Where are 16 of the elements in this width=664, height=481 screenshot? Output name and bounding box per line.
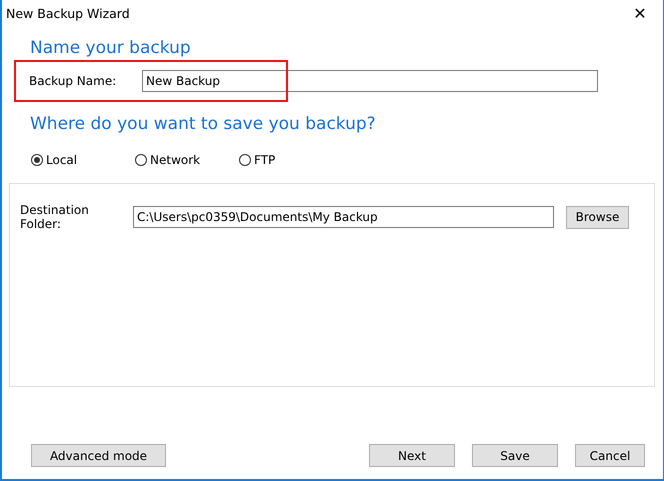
dialog-button[interactable]: Save (472, 444, 558, 467)
window-title: New Backup Wizard (6, 6, 130, 20)
radio-option[interactable]: FTP (239, 153, 343, 167)
field-label: Backup Name: (29, 74, 118, 88)
radio-option[interactable]: Local (31, 153, 135, 167)
dialog-button[interactable]: Cancel (575, 444, 645, 467)
section-heading: Where do you want to save you backup? (30, 114, 377, 134)
destination-folder-field[interactable]: C:\Users\pc0359\Documents\My Backup (133, 206, 554, 228)
section-heading: Name your backup (30, 38, 192, 58)
field-label: Destination Folder: (20, 203, 90, 231)
advanced-mode-button[interactable]: Advanced mode (31, 444, 166, 467)
backup-name-field[interactable]: New Backup (142, 70, 598, 92)
radio-option[interactable]: Network (135, 153, 239, 167)
dialog-button[interactable]: Next (369, 444, 455, 467)
browse-button[interactable]: Browse (566, 206, 629, 228)
close-button[interactable]: ✕ (617, 0, 663, 26)
